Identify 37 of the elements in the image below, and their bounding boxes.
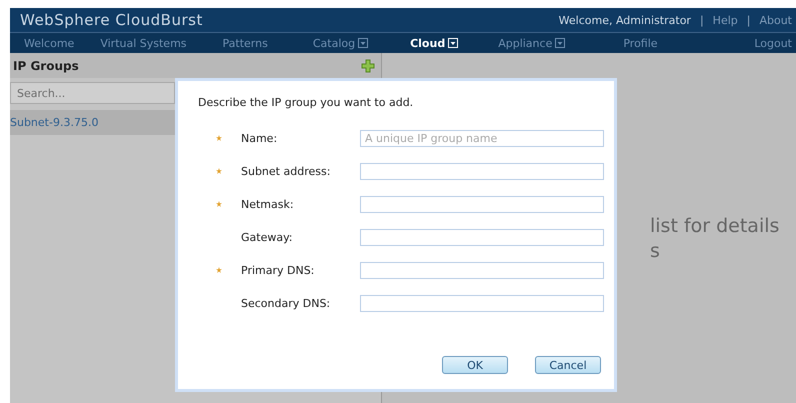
input-field[interactable]: A unique IP group name xyxy=(360,130,604,146)
panel-title: IP Groups xyxy=(13,58,79,72)
field-label: Primary DNS: xyxy=(241,264,316,276)
cancel-button[interactable]: Cancel xyxy=(535,356,601,374)
input-field[interactable] xyxy=(360,262,604,278)
dialog-intro: Describe the IP group you want to add. xyxy=(198,96,414,109)
add-icon[interactable] xyxy=(361,58,375,72)
nav-tab[interactable]: Patterns xyxy=(222,36,268,50)
welcome-text: Welcome, Administrator xyxy=(558,14,691,26)
nav-tab[interactable]: Welcome xyxy=(24,36,74,50)
hint-text: s xyxy=(650,239,661,264)
dropdown-icon xyxy=(448,38,458,48)
dropdown-icon xyxy=(358,38,368,48)
separator: | xyxy=(700,14,704,26)
nav-tab[interactable]: Appliance xyxy=(498,36,566,50)
input-field[interactable] xyxy=(360,228,604,246)
help-link[interactable]: Help xyxy=(712,14,738,26)
input-field[interactable] xyxy=(360,162,604,180)
field-label: Name: xyxy=(241,132,278,144)
separator: | xyxy=(746,14,750,26)
field-label: Gateway: xyxy=(241,230,294,244)
app-title: WebSphere CloudBurst xyxy=(20,11,203,29)
input-field[interactable] xyxy=(360,196,604,212)
nav-tab[interactable]: Virtual Systems xyxy=(100,36,187,50)
ok-button[interactable]: OK xyxy=(442,356,508,374)
field-label: Secondary DNS: xyxy=(241,296,332,310)
nav-tab[interactable]: Catalog xyxy=(312,36,368,50)
search-field[interactable]: Search... xyxy=(10,82,175,104)
hint-text: list for details xyxy=(650,214,780,239)
dropdown-icon xyxy=(555,38,566,48)
about-link[interactable]: About xyxy=(759,14,792,26)
nav-tab[interactable]: Profile xyxy=(623,36,658,50)
nav-tab[interactable]: Logout xyxy=(754,36,792,50)
input-field[interactable] xyxy=(360,294,604,312)
field-label: Netmask: xyxy=(241,198,295,210)
nav-tab[interactable]: Cloud xyxy=(410,36,458,50)
field-label: Subnet address: xyxy=(241,164,332,178)
